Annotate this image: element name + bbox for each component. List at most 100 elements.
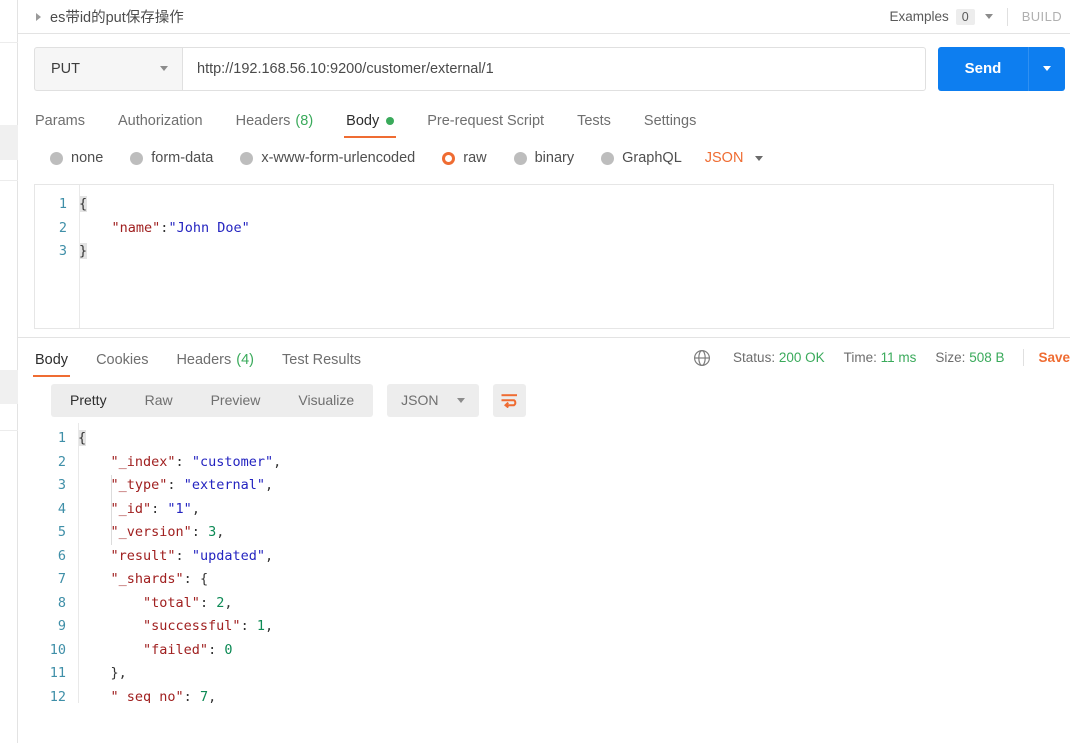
response-tabs: Body Cookies Headers (4) Test Results [32, 338, 389, 377]
token-key: "successful" [143, 618, 241, 634]
request-tab-params[interactable]: Params [35, 113, 85, 138]
token-pun [78, 501, 111, 517]
response-view-raw[interactable]: Raw [126, 384, 192, 417]
radio-icon [50, 151, 63, 165]
response-tab-test-results[interactable]: Test Results [282, 352, 361, 377]
code-text: "total": 2, [78, 592, 232, 616]
token-pun [78, 524, 111, 540]
caret-right-icon[interactable] [36, 12, 41, 21]
code-line: 11 }, [34, 662, 1070, 686]
line-number: 12 [49, 688, 66, 704]
response-gutter-divider [78, 423, 79, 703]
globe-icon [693, 349, 711, 367]
body-type-label: GraphQL [622, 150, 682, 166]
request-tab-headers[interactable]: Headers (8) [236, 113, 314, 138]
time-value: 11 ms [880, 350, 917, 365]
chevron-down-icon[interactable] [755, 155, 764, 161]
request-tab-settings[interactable]: Settings [644, 113, 696, 138]
token-pun: , [273, 453, 282, 470]
code-text: "_id": "1", [78, 498, 200, 522]
token-pun [78, 548, 111, 564]
build-tab[interactable]: BUILD [1022, 9, 1062, 24]
token-pun: : [175, 547, 192, 564]
body-type-form-data[interactable]: form-data [130, 150, 213, 166]
token-pun: { [79, 196, 88, 212]
tab-label: Body [35, 352, 69, 368]
token-key: "_shards" [110, 571, 184, 587]
rail-highlight-block [0, 125, 18, 160]
token-str: "customer" [191, 453, 274, 470]
tab-label: Cookies [96, 352, 149, 368]
body-type-binary[interactable]: binary [513, 150, 574, 166]
code-line: 3 "_type": "external", [34, 474, 1070, 498]
word-wrap-icon[interactable] [492, 383, 526, 417]
token-pun [78, 665, 111, 681]
rail-divider [0, 180, 18, 181]
token-pun: } [79, 243, 88, 259]
body-type-raw[interactable]: raw [442, 150, 487, 166]
token-pun: , [191, 500, 200, 517]
rail-divider [0, 42, 18, 43]
code-text: "_seq_no": 7, [78, 686, 217, 704]
body-format-label[interactable]: JSON [705, 150, 744, 166]
body-type-graphql[interactable]: GraphQL [601, 150, 682, 166]
time-label: Time: [843, 350, 877, 365]
chevron-down-icon [1043, 66, 1051, 71]
token-pun: : [167, 477, 184, 493]
response-body-viewer[interactable]: 1{ 2 "_index": "customer", 3 "_type": "ext… [18, 423, 1070, 703]
response-view-visualize[interactable]: Visualize [279, 384, 373, 417]
code-text: }, [78, 662, 127, 686]
code-text: "failed": 0 [78, 639, 232, 663]
request-tab-pre-request-script[interactable]: Pre-request Script [427, 113, 544, 138]
token-key: "_index" [110, 453, 176, 470]
url-bar: PUT http://192.168.56.10:9200/customer/e… [18, 34, 1070, 103]
body-type-x-www-form-urlencoded[interactable]: x-www-form-urlencoded [240, 150, 415, 166]
examples-label: Examples [889, 9, 949, 24]
code-text: "successful": 1, [78, 615, 273, 639]
token-pun: : [175, 453, 192, 470]
token-key: "name" [111, 219, 161, 236]
response-header: Body Cookies Headers (4) Test Results Status… [18, 338, 1070, 377]
response-time-group: Time: 11 ms [844, 350, 917, 365]
token-pun: , [216, 524, 225, 540]
code-line: 1{ [34, 427, 1070, 451]
line-number: 2 [57, 453, 66, 470]
token-pun: : [151, 500, 168, 517]
response-view-pretty[interactable]: Pretty [51, 384, 126, 417]
token-pun [78, 642, 143, 658]
line-number: 4 [57, 500, 66, 517]
code-line: 10 "failed": 0 [34, 639, 1070, 663]
response-tab-cookies[interactable]: Cookies [96, 352, 148, 377]
code-text: "result": "updated", [78, 545, 274, 569]
line-number: 2 [58, 219, 67, 236]
body-present-indicator [386, 117, 395, 125]
token-str: "1" [167, 500, 192, 517]
line-number: 8 [57, 594, 66, 611]
request-tab-authorization[interactable]: Authorization [118, 113, 203, 138]
response-tab-body[interactable]: Body [32, 352, 71, 377]
save-response-button[interactable]: Save [1038, 350, 1070, 365]
response-tab-headers[interactable]: Headers (4) [176, 352, 254, 377]
request-tab-tests[interactable]: Tests [577, 113, 611, 138]
token-key: "_version" [110, 524, 192, 540]
token-pun: , [208, 688, 217, 704]
url-input[interactable]: http://192.168.56.10:9200/customer/exter… [182, 46, 926, 91]
code-line: 2 "name":"John Doe" [35, 217, 1053, 241]
tab-count-badge: (4) [236, 352, 254, 368]
body-type-none[interactable]: none [50, 150, 103, 166]
request-tabs: Params Authorization Headers (8) Body Pre-req… [18, 103, 1070, 138]
token-pun: : [183, 571, 200, 587]
response-format-select[interactable]: JSON [387, 383, 479, 417]
chevron-down-icon[interactable] [984, 14, 993, 19]
request-tab-body[interactable]: Body [344, 113, 397, 138]
body-type-label: x-www-form-urlencoded [261, 150, 416, 166]
http-method-select[interactable]: PUT [34, 46, 182, 91]
request-body-editor[interactable]: 1{2 "name":"John Doe" 3} [34, 184, 1054, 329]
send-button[interactable]: Send [938, 46, 1028, 91]
request-title: es带id的put保存操作 [50, 10, 184, 26]
response-view-preview[interactable]: Preview [192, 384, 280, 417]
token-pun: : [208, 641, 225, 658]
tab-label: Pre-request Script [427, 113, 545, 129]
send-options-button[interactable] [1028, 46, 1065, 91]
response-body-code: 1{ 2 "_index": "customer", 3 "_type": "ext… [34, 423, 1070, 703]
